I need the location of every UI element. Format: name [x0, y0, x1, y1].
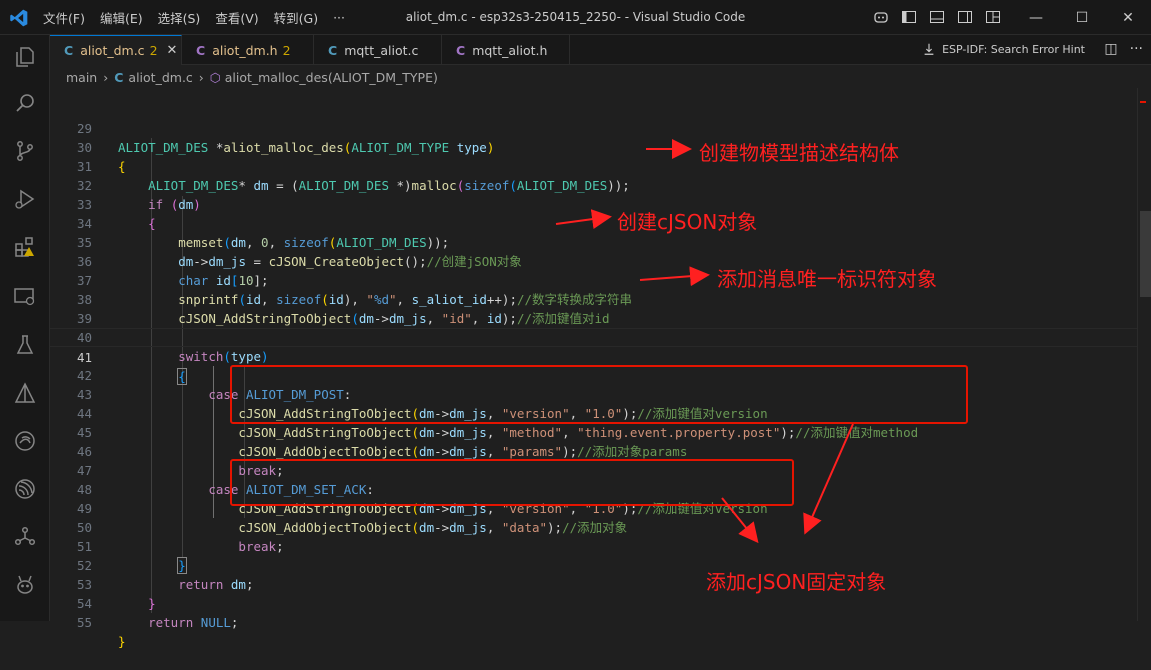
- error-marker: [1140, 101, 1146, 103]
- arrow-2: [555, 209, 612, 230]
- vertical-scrollbar[interactable]: [1137, 88, 1151, 621]
- annotation-create-struct: 创建物模型描述结构体: [699, 141, 899, 165]
- arrow-5: [721, 497, 759, 544]
- arrow-4: [803, 423, 854, 535]
- scrollbar-thumb[interactable]: [1140, 211, 1151, 297]
- annotation-add-fixed: 添加cJSON固定对象: [706, 570, 887, 594]
- arrow-3: [639, 266, 710, 287]
- annotation-create-cjson: 创建cJSON对象: [617, 210, 758, 234]
- annotation-add-id: 添加消息唯一标识符对象: [717, 267, 937, 291]
- annotation-arrows: [555, 139, 854, 544]
